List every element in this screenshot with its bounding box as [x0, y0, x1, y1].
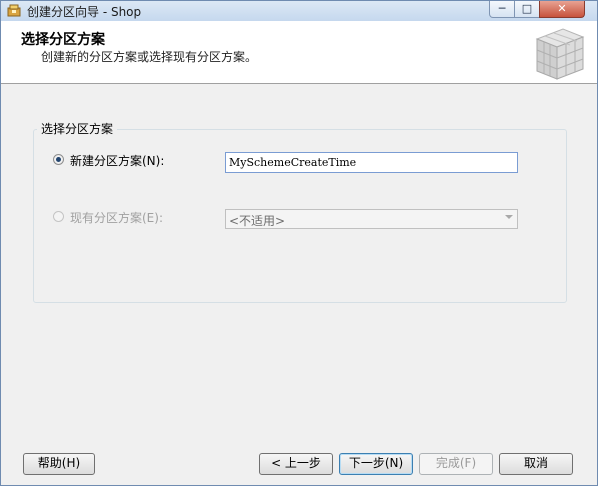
existing-scheme-radio[interactable] — [53, 211, 64, 222]
title-bar[interactable]: 创建分区向导 - Shop ─ □ ✕ — [1, 1, 597, 22]
window-title: 创建分区向导 - Shop — [27, 5, 142, 19]
page-title: 选择分区方案 — [21, 32, 105, 48]
close-button[interactable]: ✕ — [539, 1, 585, 18]
minimize-button[interactable]: ─ — [489, 1, 515, 18]
cancel-button[interactable]: 取消 — [499, 453, 573, 475]
existing-scheme-dropdown[interactable]: <不适用> — [225, 209, 518, 229]
next-button[interactable]: 下一步(N) — [339, 453, 413, 475]
maximize-button[interactable]: □ — [514, 1, 540, 18]
maximize-icon: □ — [521, 2, 533, 15]
finish-button[interactable]: 完成(F) — [419, 453, 493, 475]
wizard-header: 选择分区方案 创建新的分区方案或选择现有分区方案。 — [1, 21, 597, 84]
database-cube-icon — [535, 28, 585, 80]
existing-scheme-label[interactable]: 现有分区方案(E): — [70, 209, 163, 226]
new-scheme-radio[interactable] — [53, 154, 64, 165]
close-icon: ✕ — [557, 2, 567, 15]
dialog-window: 创建分区向导 - Shop ─ □ ✕ 选择分区方案 创建新的分区方案或选择现有… — [0, 0, 598, 486]
help-button[interactable]: 帮助(H) — [23, 453, 95, 475]
back-button[interactable]: < 上一步 — [259, 453, 333, 475]
wizard-app-icon — [7, 4, 21, 17]
existing-scheme-value: <不适用> — [229, 214, 286, 228]
chevron-down-icon — [505, 215, 513, 219]
new-scheme-name-input[interactable] — [225, 152, 518, 173]
minimize-icon: ─ — [498, 2, 506, 15]
groupbox-label: 选择分区方案 — [37, 120, 118, 137]
new-scheme-label[interactable]: 新建分区方案(N): — [70, 152, 164, 169]
page-subtitle: 创建新的分区方案或选择现有分区方案。 — [41, 50, 258, 64]
